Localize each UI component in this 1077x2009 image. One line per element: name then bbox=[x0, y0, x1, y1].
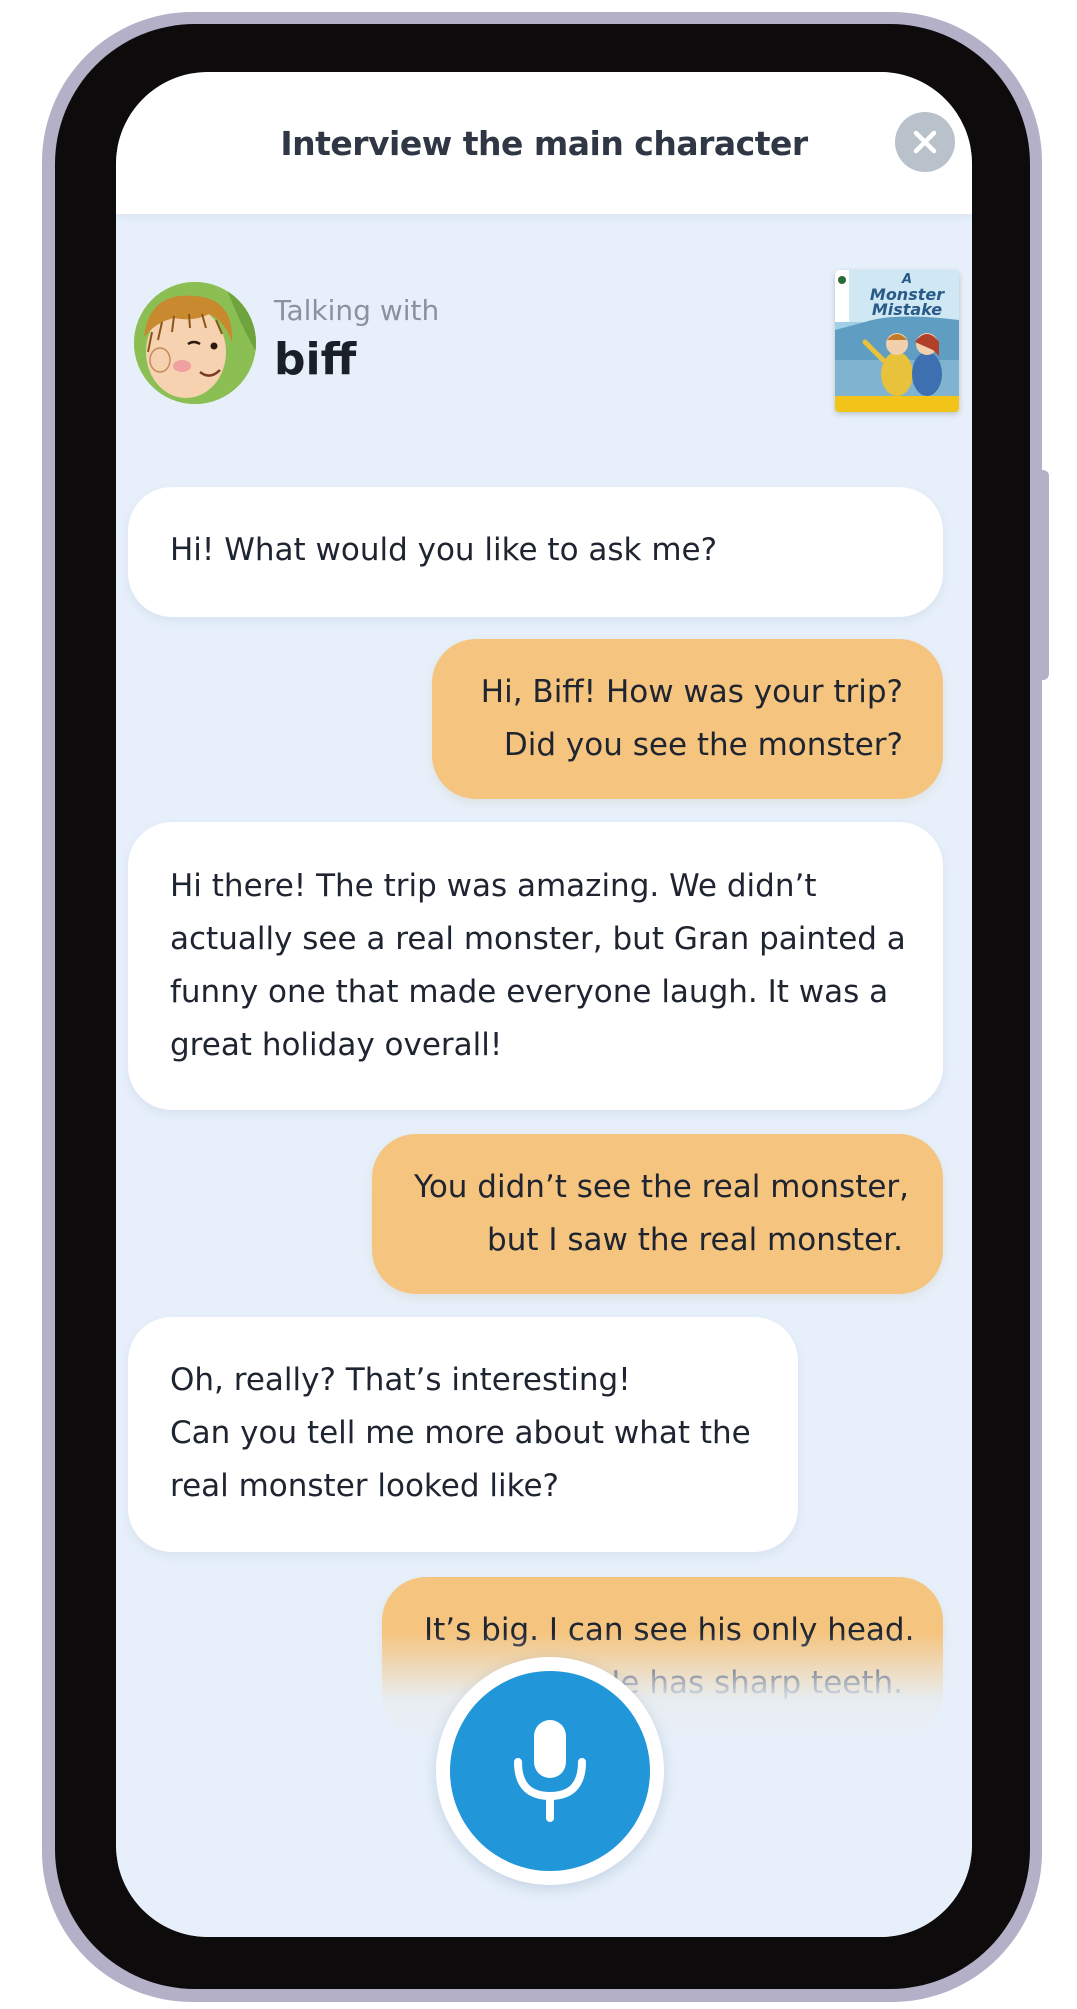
message-line: Can you tell me more about what the bbox=[170, 1415, 751, 1451]
phone-side-button bbox=[1035, 470, 1049, 680]
user-message: You didn’t see the real monster, but I s… bbox=[372, 1134, 943, 1294]
character-name: biff bbox=[274, 334, 357, 385]
user-message: Hi, Biff! How was your trip? Did you see… bbox=[432, 639, 943, 799]
bot-message: Hi! What would you like to ask me? bbox=[128, 487, 943, 617]
microphone-button[interactable] bbox=[450, 1671, 650, 1871]
book-title-line3: Mistake bbox=[871, 300, 943, 319]
page-title: Interview the main character bbox=[280, 124, 808, 163]
message-line: You didn’t see the real monster, bbox=[414, 1169, 910, 1205]
talking-with-label: Talking with bbox=[274, 294, 440, 327]
message-line: Hi! What would you like to ask me? bbox=[170, 532, 718, 568]
microphone-icon bbox=[514, 1720, 586, 1822]
book-cover-thumbnail[interactable]: A Monster Mistake bbox=[835, 270, 959, 412]
mic-button-ring bbox=[436, 1657, 664, 1885]
message-line: Hi, Biff! How was your trip? bbox=[480, 674, 903, 710]
message-line: great holiday overall! bbox=[170, 1027, 503, 1063]
message-line: funny one that made everyone laugh. It w… bbox=[170, 974, 889, 1010]
close-icon bbox=[913, 130, 937, 154]
close-button[interactable] bbox=[895, 112, 955, 172]
message-line: It’s big. I can see his only head. bbox=[424, 1612, 915, 1648]
message-line: Did you see the monster? bbox=[503, 727, 903, 763]
app-screen: Interview the main character Talking wit… bbox=[116, 72, 972, 1937]
bot-message: Hi there! The trip was amazing. We didn’… bbox=[128, 822, 943, 1110]
message-line: Hi there! The trip was amazing. We didn’… bbox=[170, 868, 817, 904]
message-line: but I saw the real monster. bbox=[487, 1222, 903, 1258]
message-line: Oh, really? That’s interesting! bbox=[170, 1362, 631, 1398]
avatar-icon bbox=[134, 282, 256, 404]
bot-message: Oh, really? That’s interesting! Can you … bbox=[128, 1317, 798, 1552]
biff-avatar bbox=[134, 282, 256, 404]
header-bar: Interview the main character bbox=[116, 72, 972, 214]
message-line: actually see a real monster, but Gran pa… bbox=[170, 921, 906, 957]
message-line: real monster looked like? bbox=[170, 1468, 559, 1504]
